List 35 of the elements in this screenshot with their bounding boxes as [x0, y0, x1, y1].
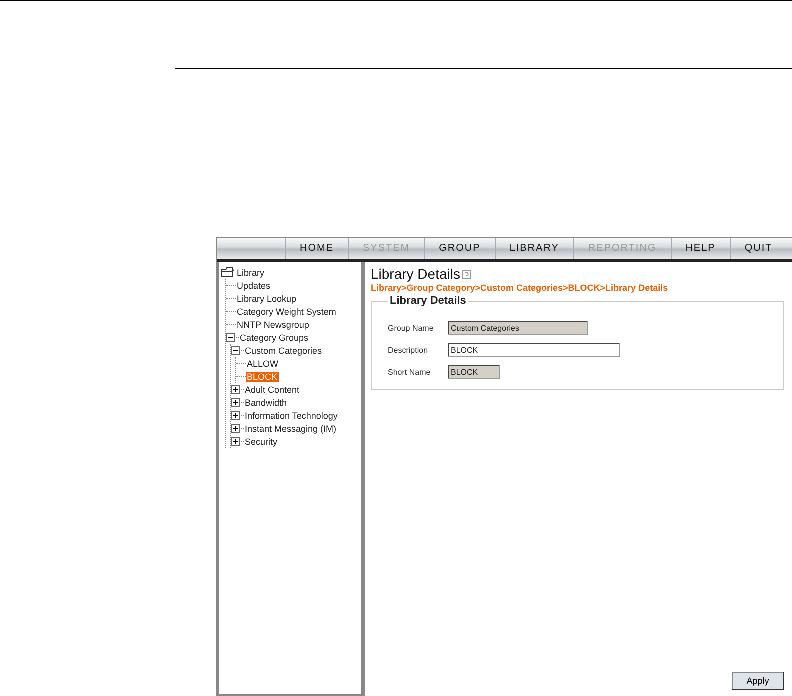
input-field[interactable]: BLOCK — [448, 343, 620, 357]
tree-item[interactable]: Bandwidth — [244, 398, 288, 408]
tree-item[interactable]: Information Technology — [244, 410, 339, 420]
breadcrumb: Library>Group Category>Custom Categories>BLOCK>Library Details — [371, 283, 670, 293]
tree-item[interactable]: Category Groups — [239, 332, 310, 342]
nav-tab[interactable]: HELP — [670, 238, 730, 259]
tree-item[interactable]: NNTP Newsgroup — [236, 320, 310, 330]
section-title: Library Details — [389, 295, 468, 307]
nav-tab[interactable]: GROUP — [424, 238, 495, 259]
tree-item[interactable]: ALLOW — [246, 358, 280, 368]
field-label: Description — [388, 346, 430, 354]
page-title: Library Details — [371, 266, 460, 282]
tree-item[interactable]: Security — [244, 436, 279, 446]
apply-button[interactable]: Apply — [732, 672, 784, 690]
tree-item[interactable]: Custom Categories — [244, 346, 324, 356]
tree-item[interactable]: Adult Content — [244, 384, 301, 394]
expand-icon[interactable] — [231, 437, 240, 446]
collapse-icon[interactable] — [226, 333, 235, 342]
tree-item[interactable]: Library — [236, 268, 266, 278]
tree-item[interactable]: Updates — [236, 280, 272, 290]
nav-tab[interactable]: QUIT — [730, 238, 787, 259]
tree-item[interactable]: Category Weight System — [236, 306, 338, 316]
tree-item[interactable]: Instant Messaging (IM) — [244, 424, 338, 434]
expand-icon[interactable] — [231, 411, 240, 420]
expand-icon[interactable] — [231, 385, 240, 394]
nav-tab[interactable]: HOME — [285, 238, 348, 259]
collapse-icon[interactable] — [231, 346, 240, 355]
field-label: Group Name — [388, 324, 435, 332]
folder-icon — [221, 267, 235, 278]
tree-item[interactable]: Library Lookup — [236, 294, 298, 304]
expand-icon[interactable] — [231, 424, 240, 433]
help-icon[interactable] — [462, 270, 472, 278]
expand-icon[interactable] — [231, 398, 240, 407]
field-label: Short Name — [388, 368, 432, 376]
nav-tab[interactable]: LIBRARY — [494, 238, 574, 259]
